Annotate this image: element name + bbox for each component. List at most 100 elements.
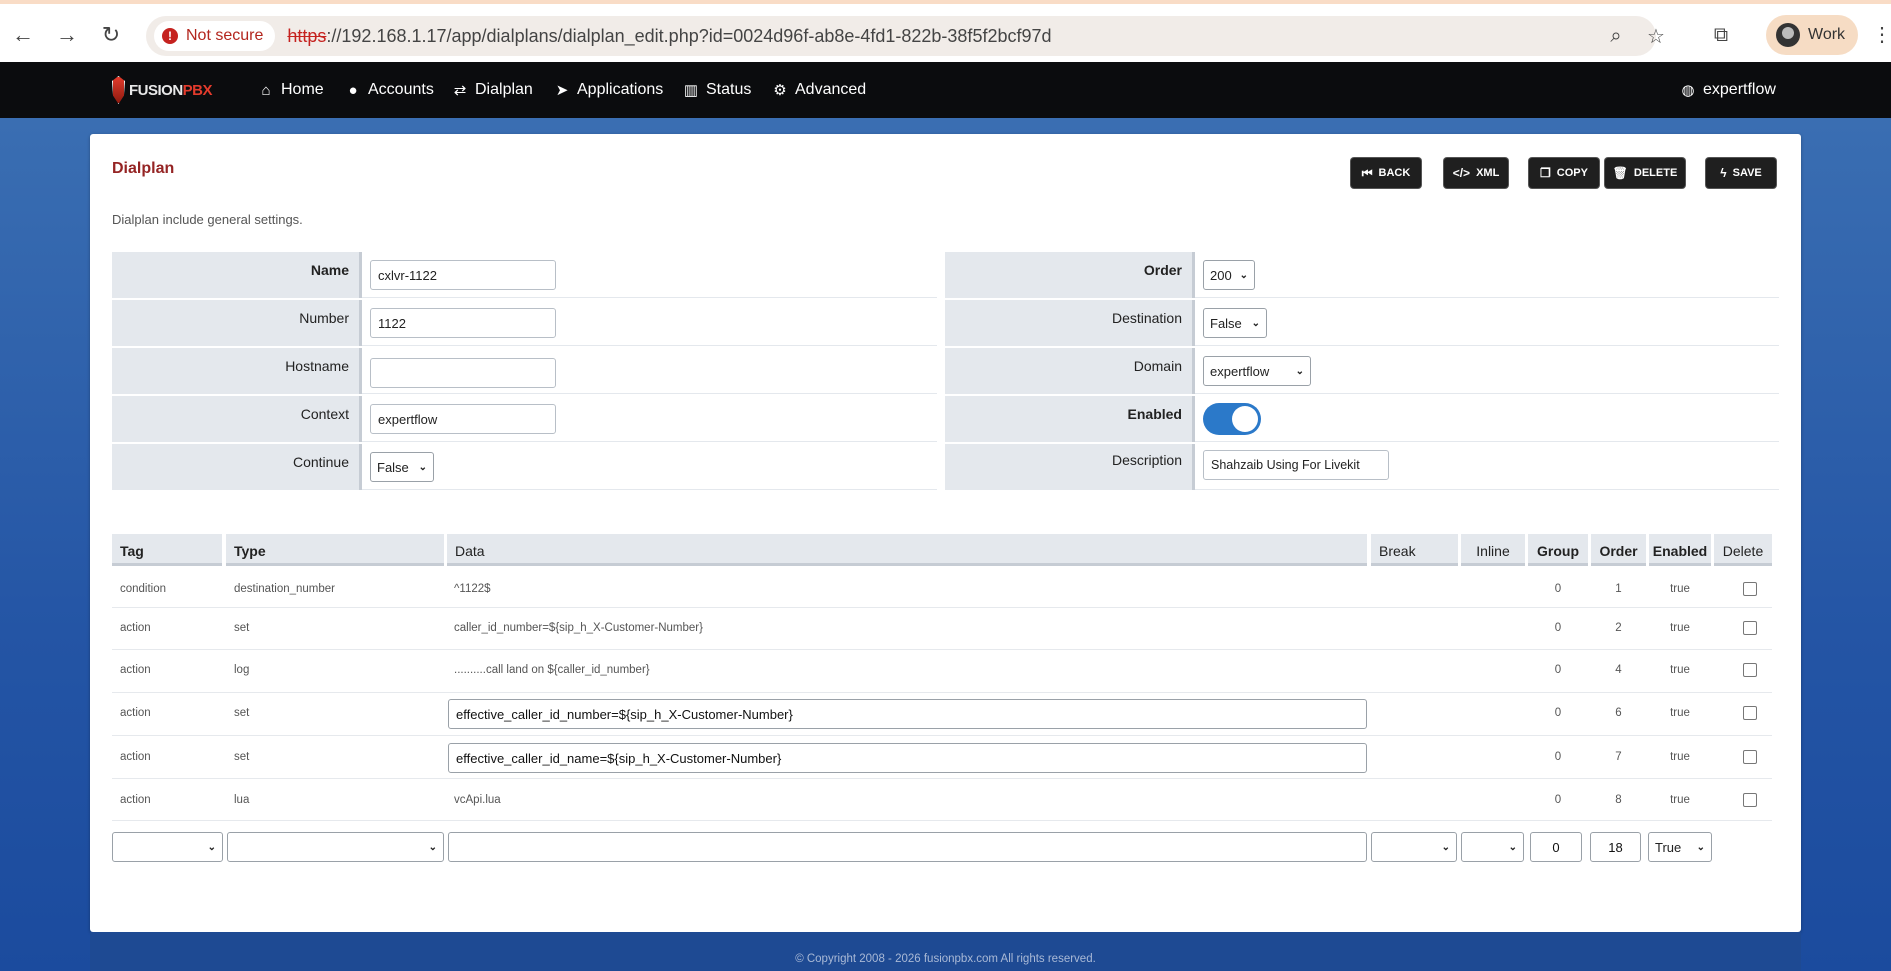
nav-user-menu[interactable]: ◍ expertflow xyxy=(1680,78,1775,102)
cell-order: 1 xyxy=(1615,583,1622,595)
browser-menu-icon[interactable]: ⋮ xyxy=(1872,20,1891,50)
col-header-break: Break xyxy=(1371,534,1458,566)
delete-checkbox[interactable] xyxy=(1743,621,1757,635)
cell-data: ..........call land on ${caller_id_numbe… xyxy=(454,664,650,676)
cell-tag: action xyxy=(120,622,151,634)
logo-text: FUSIONPBX xyxy=(128,81,213,99)
context-input[interactable]: expertflow xyxy=(370,404,556,434)
name-input[interactable]: cxlvr-1122 xyxy=(370,260,556,290)
warning-icon: ! xyxy=(162,28,178,44)
delete-checkbox[interactable] xyxy=(1743,706,1757,720)
profile-button[interactable]: Work xyxy=(1766,15,1858,55)
delete-checkbox[interactable] xyxy=(1743,793,1757,807)
description-input[interactable]: Shahzaib Using For Livekit xyxy=(1203,450,1389,480)
fusionpbx-logo[interactable]: FUSIONPBX xyxy=(112,76,213,104)
security-chip[interactable]: ! Not secure xyxy=(154,21,276,51)
col-header-order: Order xyxy=(1591,534,1646,566)
destination-select[interactable]: False ⌄ xyxy=(1203,308,1267,338)
browser-toolbar: ← → ↻ ! Not secure https://192.168.1.17/… xyxy=(0,0,1891,62)
cell-order: 7 xyxy=(1615,751,1622,763)
form-row-description: Description Shahzaib Using For Livekit xyxy=(945,444,1779,490)
form-row-domain: Domain expertflow ⌄ xyxy=(945,348,1779,394)
back-arrow-icon[interactable]: ← xyxy=(8,20,38,50)
nav-applications[interactable]: ➤ Applications xyxy=(554,78,664,102)
forward-arrow-icon[interactable]: → xyxy=(52,20,82,50)
data-input[interactable]: effective_caller_id_name=${sip_h_X-Custo… xyxy=(448,743,1367,773)
globe-icon: ◍ xyxy=(1681,82,1695,99)
data-input[interactable]: effective_caller_id_number=${sip_h_X-Cus… xyxy=(448,699,1367,729)
delete-checkbox[interactable] xyxy=(1743,663,1757,677)
continue-select[interactable]: False ⌄ xyxy=(370,452,434,482)
chart-icon: ▥ xyxy=(683,82,699,99)
table-row[interactable]: action set effective_caller_id_name=${si… xyxy=(112,736,1772,779)
field-label-hostname: Hostname xyxy=(112,348,362,394)
table-row[interactable]: action lua vcApi.lua 0 8 true xyxy=(112,779,1772,821)
nav-advanced-label: Advanced xyxy=(795,81,867,98)
new-data-input[interactable] xyxy=(448,832,1367,862)
new-group-input[interactable]: 0 xyxy=(1530,832,1582,862)
new-break-select[interactable]: ⌄ xyxy=(1371,832,1457,862)
new-tag-select[interactable]: ⌄ xyxy=(112,832,223,862)
nav-status-label: Status xyxy=(706,81,752,98)
new-type-select[interactable]: ⌄ xyxy=(227,832,444,862)
cell-data: caller_id_number=${sip_h_X-Customer-Numb… xyxy=(454,622,703,634)
delete-checkbox[interactable] xyxy=(1743,582,1757,596)
order-select[interactable]: 200 ⌄ xyxy=(1203,260,1255,290)
field-label-domain: Domain xyxy=(945,348,1195,394)
domain-select[interactable]: expertflow ⌄ xyxy=(1203,356,1311,386)
chevron-down-icon: ⌄ xyxy=(1441,841,1450,853)
form-row-number: Number 1122 xyxy=(112,300,937,346)
cell-tag: action xyxy=(120,794,151,806)
table-row[interactable]: action set caller_id_number=${sip_h_X-Cu… xyxy=(112,608,1772,650)
new-enabled-select[interactable]: True ⌄ xyxy=(1648,832,1712,862)
table-row[interactable]: action set effective_caller_id_number=${… xyxy=(112,693,1772,736)
cell-type: set xyxy=(234,622,250,634)
bookmark-star-icon[interactable]: ☆ xyxy=(1642,22,1670,50)
hostname-input[interactable] xyxy=(370,358,556,388)
nav-dialplan[interactable]: ⇄ Dialplan xyxy=(452,78,533,102)
delete-button[interactable]: 🗑 DELETE xyxy=(1605,158,1685,188)
url-text[interactable]: https://192.168.1.17/app/dialplans/dialp… xyxy=(287,26,1051,47)
nav-status[interactable]: ▥ Status xyxy=(683,78,751,102)
back-step-icon: ⏮ xyxy=(1361,165,1373,180)
form-row-destination: Destination False ⌄ xyxy=(945,300,1779,346)
zoom-icon[interactable]: ⌕ xyxy=(1602,22,1630,50)
form-row-name: Name cxlvr-1122 xyxy=(112,252,937,298)
enabled-toggle[interactable] xyxy=(1203,403,1261,435)
field-cell-continue: False ⌄ xyxy=(362,444,937,490)
table-row[interactable]: condition destination_number ^1122$ 0 1 … xyxy=(112,572,1772,608)
field-label-number: Number xyxy=(112,300,362,346)
address-bar[interactable]: ! Not secure https://192.168.1.17/app/di… xyxy=(146,16,1665,56)
xml-button[interactable]: </> XML xyxy=(1444,158,1508,188)
field-label-description: Description xyxy=(945,444,1195,490)
trash-icon: 🗑 xyxy=(1612,166,1628,180)
chevron-down-icon: ⌄ xyxy=(428,841,437,853)
field-cell-context: expertflow xyxy=(362,396,937,442)
number-input[interactable]: 1122 xyxy=(370,308,556,338)
new-order-input[interactable]: 18 xyxy=(1590,832,1641,862)
extensions-icon[interactable]: ⧉ xyxy=(1706,20,1736,50)
new-inline-select[interactable]: ⌄ xyxy=(1461,832,1524,862)
field-label-order: Order xyxy=(945,252,1195,298)
save-button-label: SAVE xyxy=(1732,167,1762,179)
nav-accounts-label: Accounts xyxy=(368,81,434,98)
cell-group: 0 xyxy=(1554,794,1562,806)
back-button[interactable]: ⏮ BACK xyxy=(1351,158,1421,188)
delete-button-label: DELETE xyxy=(1633,167,1678,179)
copy-button[interactable]: ❐ COPY xyxy=(1529,158,1599,188)
col-header-group: Group xyxy=(1528,534,1588,566)
logo-shield-icon xyxy=(112,76,125,104)
form-row-enabled: Enabled xyxy=(945,396,1779,442)
cell-enabled: true xyxy=(1670,794,1690,806)
nav-advanced[interactable]: ⚙ Advanced xyxy=(772,78,866,102)
nav-accounts[interactable]: ● Accounts xyxy=(345,78,434,102)
reload-icon[interactable]: ↻ xyxy=(96,20,126,50)
table-row[interactable]: action log ..........call land on ${call… xyxy=(112,650,1772,693)
field-cell-destination: False ⌄ xyxy=(1195,300,1779,346)
delete-checkbox[interactable] xyxy=(1743,750,1757,764)
save-button[interactable]: ϟ SAVE xyxy=(1706,158,1776,188)
user-icon: ● xyxy=(348,81,358,99)
nav-home[interactable]: ⌂ Home xyxy=(258,78,323,102)
cell-group: 0 xyxy=(1554,583,1562,595)
exchange-icon: ⇄ xyxy=(453,82,467,99)
